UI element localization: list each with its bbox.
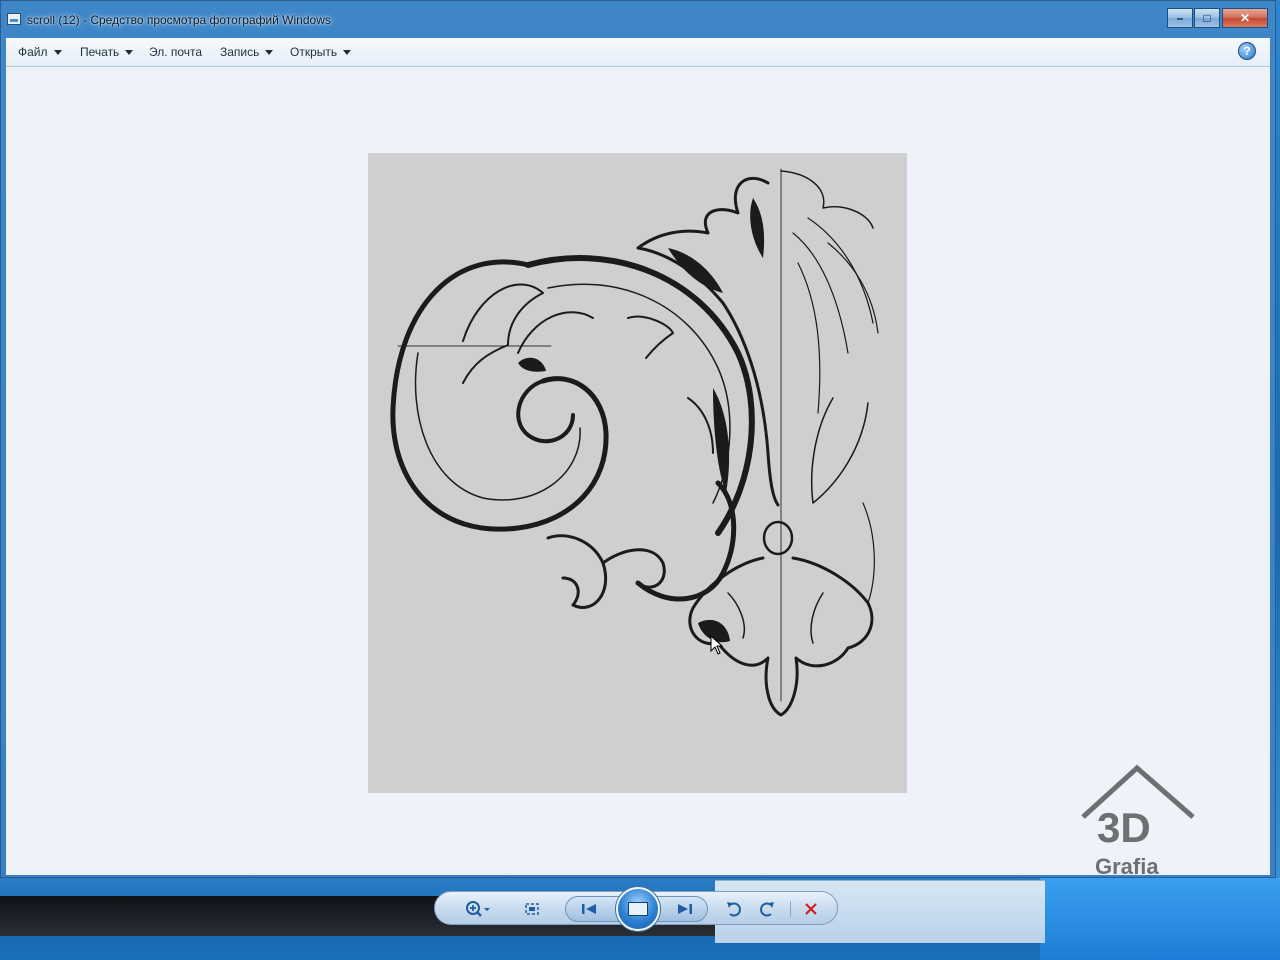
rotate-left-button[interactable] <box>722 899 746 919</box>
actual-size-button[interactable] <box>521 899 543 919</box>
chevron-down-icon <box>125 49 134 55</box>
menu-open[interactable]: Открыть <box>290 45 352 59</box>
next-button[interactable] <box>673 899 697 919</box>
3dgrafia-watermark-logo: 3D Grafia <box>1081 764 1195 879</box>
menu-bar: Файл Печать Эл. почта Запись Открыть ? <box>6 38 1270 67</box>
chevron-down-icon <box>343 49 352 55</box>
viewer-toolbar <box>434 887 838 931</box>
chevron-down-icon <box>265 49 274 55</box>
photo-viewer-app-icon[interactable] <box>7 13 21 25</box>
menu-burn[interactable]: Запись <box>220 45 274 59</box>
slideshow-button[interactable] <box>616 887 660 931</box>
chevron-down-icon <box>53 49 62 55</box>
rotate-counterclockwise-icon <box>727 902 741 917</box>
title-bar[interactable]: scroll (12) - Средство просмотра фотогра… <box>1 1 1275 38</box>
menu-email[interactable]: Эл. почта <box>149 45 202 59</box>
menu-print-label: Печать <box>80 45 120 59</box>
image-viewport[interactable] <box>6 67 1270 875</box>
previous-icon <box>582 904 596 914</box>
next-icon <box>678 904 692 914</box>
delete-icon <box>805 903 817 915</box>
delete-button[interactable] <box>799 899 823 919</box>
maximize-button[interactable]: □ <box>1194 8 1220 28</box>
help-label: ? <box>1243 44 1251 58</box>
displayed-photo[interactable] <box>368 153 907 793</box>
minimize-icon: – <box>1176 11 1184 25</box>
close-button[interactable]: ✕ <box>1222 8 1268 28</box>
maximize-icon: □ <box>1203 11 1211 25</box>
previous-button[interactable] <box>577 899 601 919</box>
rotate-right-button[interactable] <box>755 899 779 919</box>
actual-size-icon <box>525 903 539 915</box>
svg-text:3D: 3D <box>1097 804 1151 851</box>
menu-file[interactable]: Файл <box>18 45 62 59</box>
menu-file-label: Файл <box>18 45 48 59</box>
menu-open-label: Открыть <box>290 45 338 59</box>
toolbar-separator <box>790 901 791 917</box>
minimize-button[interactable]: – <box>1167 8 1193 28</box>
photo-viewer-window: scroll (12) - Средство просмотра фотогра… <box>0 0 1276 878</box>
help-icon[interactable]: ? <box>1238 42 1256 60</box>
mouse-pointer-icon <box>710 635 724 655</box>
close-icon: ✕ <box>1239 11 1251 25</box>
rotate-clockwise-icon <box>760 902 774 917</box>
menu-burn-label: Запись <box>220 45 260 59</box>
menu-email-label: Эл. почта <box>149 45 203 59</box>
svg-text:Grafia: Grafia <box>1095 854 1159 879</box>
ornament-drawing <box>390 168 879 717</box>
window-title: scroll (12) - Средство просмотра фотогра… <box>27 13 331 27</box>
desktop-highlight <box>1040 878 1280 960</box>
zoom-icon <box>466 901 490 917</box>
slideshow-icon <box>628 902 648 916</box>
zoom-button[interactable] <box>461 899 495 919</box>
menu-print[interactable]: Печать <box>80 45 134 59</box>
